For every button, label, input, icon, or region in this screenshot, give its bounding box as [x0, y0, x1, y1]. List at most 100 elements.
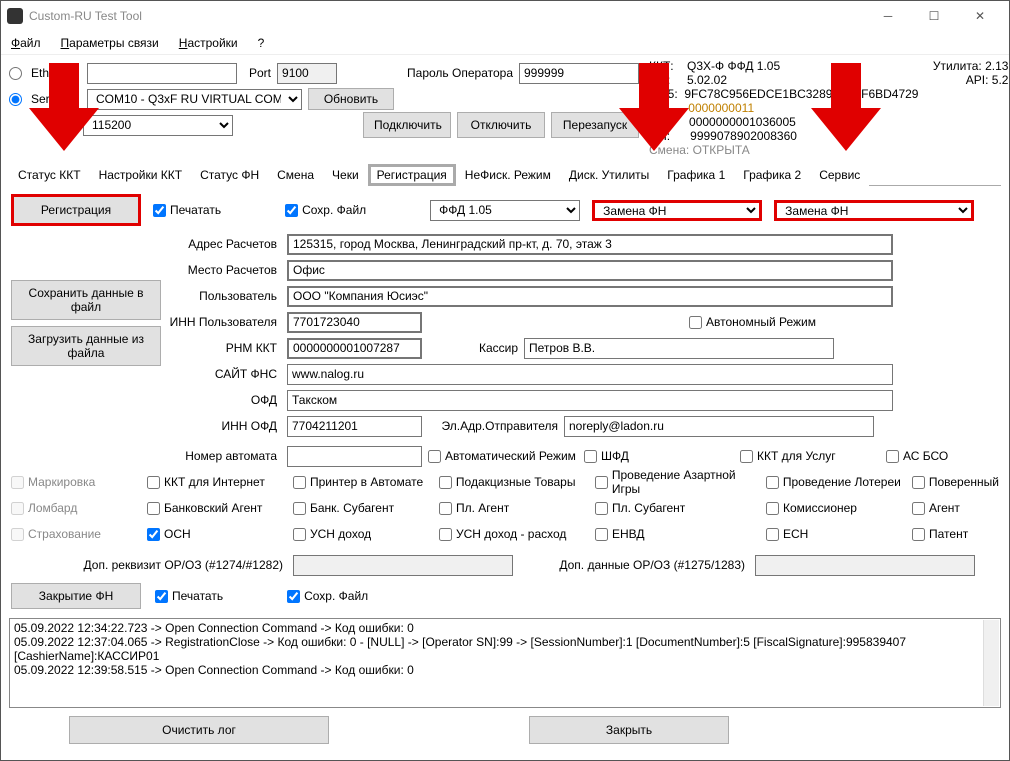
shfd-checkbox[interactable] [584, 450, 597, 463]
printerauto-checkbox[interactable] [293, 476, 306, 489]
savefile2-checkbox[interactable] [287, 590, 300, 603]
rn-val: 0000000001036005 [689, 115, 796, 129]
print-checkbox[interactable] [153, 204, 166, 217]
save-to-file-button[interactable]: Сохранить данные в файл [11, 280, 161, 320]
agent-checkbox[interactable] [912, 502, 925, 515]
print2-checkbox[interactable] [155, 590, 168, 603]
fn-val: 9999078902008360 [690, 129, 797, 143]
md5-val: 9FC78C956EDCE1BC3289973CF6BD4729 [684, 87, 918, 101]
minimize-button[interactable]: ─ [865, 1, 911, 31]
menu-comm[interactable]: Параметры связи [61, 36, 159, 50]
connect-button[interactable]: Подключить [363, 112, 451, 138]
zn-val: 0000000011 [688, 101, 754, 115]
tab-receipts[interactable]: Чеки [323, 164, 368, 186]
tab-service[interactable]: Сервис [810, 164, 869, 186]
kktinternet-checkbox[interactable] [147, 476, 160, 489]
util-lbl: Утилита: [933, 59, 982, 73]
scrollbar[interactable] [983, 620, 999, 706]
envd-checkbox[interactable] [595, 528, 608, 541]
savefile-checkbox[interactable] [285, 204, 298, 217]
tab-graphics1[interactable]: Графика 1 [658, 164, 734, 186]
radio-serial[interactable] [9, 93, 22, 106]
restart-button[interactable]: Перезапуск [551, 112, 639, 138]
tab-registration[interactable]: Регистрация [368, 164, 456, 186]
automat-input[interactable] [287, 446, 422, 467]
label-port: Port [249, 66, 271, 80]
load-from-file-button[interactable]: Загрузить данные из файла [11, 326, 161, 366]
dop2-label: Доп. данные ОР/ОЗ (#1275/1283) [519, 558, 749, 572]
addr-label: Адрес Расчетов [161, 237, 281, 251]
patent-checkbox[interactable] [912, 528, 925, 541]
rnm-input[interactable] [287, 338, 422, 359]
esn-checkbox[interactable] [766, 528, 779, 541]
pover-checkbox[interactable] [912, 476, 925, 489]
radio-ethernet[interactable] [9, 67, 22, 80]
excise-checkbox[interactable] [439, 476, 452, 489]
ethernet-host-input[interactable] [87, 63, 237, 84]
email-label: Эл.Адр.Отправителя [428, 419, 558, 433]
ffd-select[interactable]: ФФД 1.05 [430, 200, 580, 221]
tab-settings-kkt[interactable]: Настройки ККТ [90, 164, 191, 186]
autonomous-checkbox[interactable] [689, 316, 702, 329]
gamble-checkbox[interactable] [595, 476, 608, 489]
smena-lbl: Смена: [649, 143, 689, 157]
menubar: Файл Параметры связи Настройки ? [1, 31, 1009, 55]
cashier-input[interactable] [524, 338, 834, 359]
bankagent-checkbox[interactable] [147, 502, 160, 515]
print-label: Печатать [170, 203, 221, 217]
plagent-checkbox[interactable] [439, 502, 452, 515]
place-label: Место Расчетов [161, 263, 281, 277]
user-input[interactable] [287, 286, 893, 307]
zn-lbl: ЗН: [649, 101, 668, 115]
print2-label: Печатать [172, 589, 223, 603]
reason-select-2[interactable]: Замена ФН [774, 200, 974, 221]
usndr-checkbox[interactable] [439, 528, 452, 541]
cashier-label: Кассир [428, 341, 518, 355]
operator-password-input[interactable] [519, 63, 639, 84]
address-input[interactable] [287, 234, 893, 255]
osn-checkbox[interactable] [147, 528, 160, 541]
tab-graphics2[interactable]: Графика 2 [734, 164, 810, 186]
log-line: 05.09.2022 12:34:22.723 -> Open Connecti… [14, 621, 996, 635]
ofd-input[interactable] [287, 390, 893, 411]
registration-button[interactable]: Регистрация [11, 194, 141, 226]
plsubagent-checkbox[interactable] [595, 502, 608, 515]
email-input[interactable] [564, 416, 874, 437]
menu-help[interactable]: ? [258, 36, 265, 50]
lottery-checkbox[interactable] [766, 476, 779, 489]
commiss-checkbox[interactable] [766, 502, 779, 515]
reason-select-1[interactable]: Замена ФН [592, 200, 762, 221]
tab-disk-util[interactable]: Диск. Утилиты [560, 164, 658, 186]
serial-port-select[interactable]: COM10 - Q3xF RU VIRTUAL COM [87, 89, 302, 110]
close-fn-button[interactable]: Закрытие ФН [11, 583, 141, 609]
dop1-input[interactable] [293, 555, 513, 576]
banksubagent-checkbox[interactable] [293, 502, 306, 515]
close-app-button[interactable]: Закрыть [529, 716, 729, 744]
place-input[interactable] [287, 260, 893, 281]
menu-file[interactable]: Файл [11, 36, 41, 50]
port-input[interactable] [277, 63, 337, 84]
baud-select[interactable]: 115200 [83, 115, 233, 136]
tab-nonfiscal[interactable]: НеФиск. Режим [456, 164, 560, 186]
log-area[interactable]: 05.09.2022 12:34:22.723 -> Open Connecti… [9, 618, 1001, 708]
tab-shift[interactable]: Смена [268, 164, 323, 186]
automode-checkbox[interactable] [428, 450, 441, 463]
clear-log-button[interactable]: Очистить лог [69, 716, 329, 744]
close-button[interactable]: ✕ [957, 1, 1003, 31]
disconnect-button[interactable]: Отключить [457, 112, 545, 138]
inn-ofd-input[interactable] [287, 416, 422, 437]
kktuslug-checkbox[interactable] [740, 450, 753, 463]
asbso-checkbox[interactable] [886, 450, 899, 463]
label-serial: Serial [31, 92, 81, 106]
dop2-input[interactable] [755, 555, 975, 576]
fns-input[interactable] [287, 364, 893, 385]
maximize-button[interactable]: ☐ [911, 1, 957, 31]
usndohod-checkbox[interactable] [293, 528, 306, 541]
tab-status-fn[interactable]: Статус ФН [191, 164, 268, 186]
titlebar: Custom-RU Test Tool ─ ☐ ✕ [1, 1, 1009, 31]
menu-settings[interactable]: Настройки [179, 36, 238, 50]
ofd-label: ОФД [161, 393, 281, 407]
tab-status-kkt[interactable]: Статус ККТ [9, 164, 90, 186]
refresh-button[interactable]: Обновить [308, 88, 394, 110]
inn-user-input[interactable] [287, 312, 422, 333]
